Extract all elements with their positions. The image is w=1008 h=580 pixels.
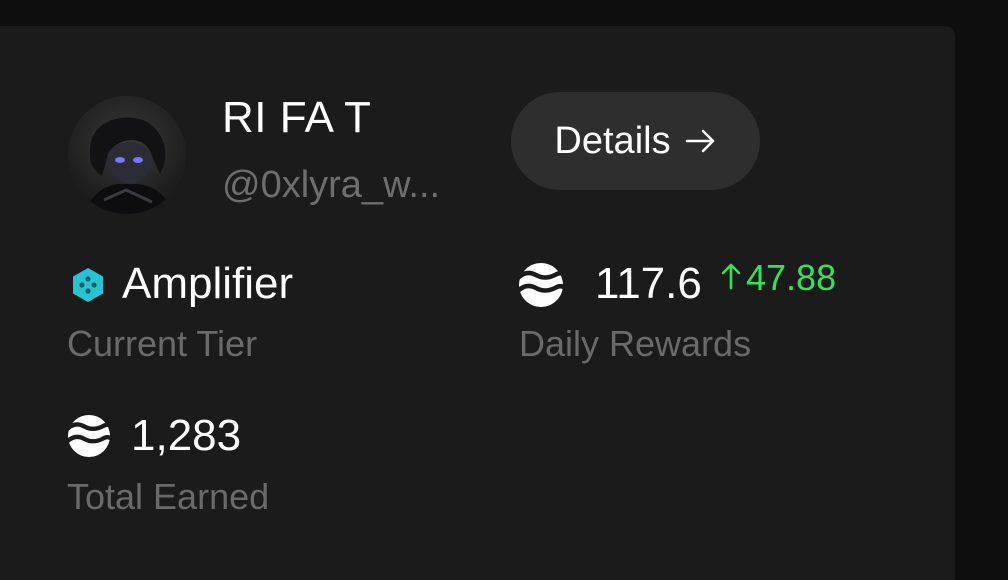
daily-rewards-value: 117.6 (595, 259, 702, 308)
page: RI FA T @0xlyra_w... Details Amplifier C… (0, 0, 1008, 580)
daily-rewards-delta: 47.88 (720, 256, 836, 300)
tier-hexagon-icon (73, 268, 103, 302)
details-button-label: Details (554, 120, 671, 162)
token-waves-icon (517, 263, 565, 307)
daily-rewards-delta-value: 47.88 (746, 257, 837, 298)
daily-rewards-label: Daily Rewards (519, 323, 752, 364)
total-earned-label: Total Earned (67, 476, 270, 517)
details-button[interactable]: Details (511, 92, 760, 190)
total-earned-value: 1,283 (131, 411, 242, 460)
profile-handle: @0xlyra_w... (222, 164, 441, 206)
token-waves-icon (66, 414, 112, 458)
avatar (68, 96, 186, 214)
arrow-right-icon (685, 128, 717, 154)
tier-label: Current Tier (67, 323, 258, 364)
profile-name: RI FA T (222, 93, 372, 142)
arrow-up-icon (720, 256, 742, 300)
tier-value: Amplifier (122, 259, 294, 308)
